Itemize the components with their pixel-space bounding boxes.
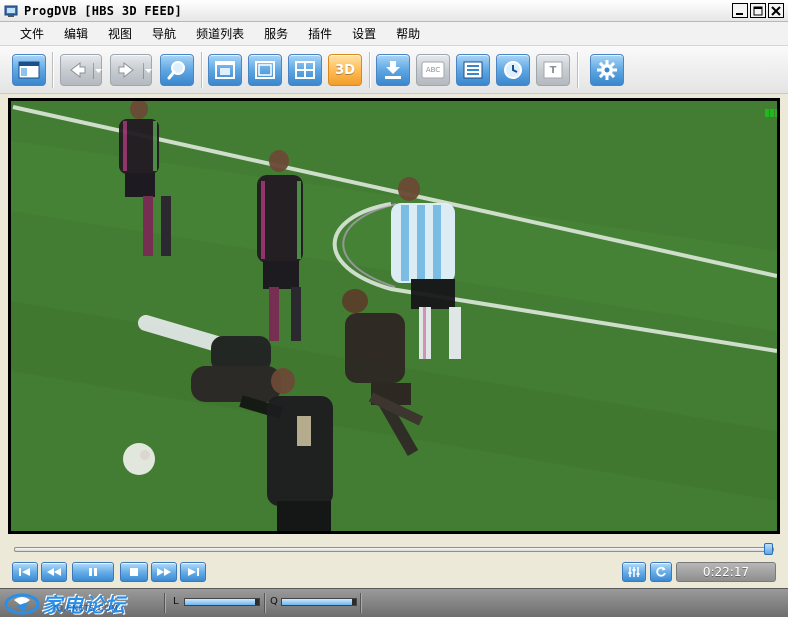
minimize-button[interactable] <box>732 3 748 18</box>
chevron-down-icon[interactable] <box>143 63 152 79</box>
abc-label: ABC <box>425 66 441 74</box>
search-button[interactable] <box>160 54 194 86</box>
seek-bar[interactable] <box>0 538 788 560</box>
subtitles-button[interactable]: T <box>536 54 570 86</box>
video-display[interactable] <box>11 101 777 531</box>
list-icon <box>463 61 483 79</box>
window-mode-button[interactable] <box>208 54 242 86</box>
toolbar: 3D ABC T <box>0 46 788 94</box>
menu-file[interactable]: 文件 <box>10 22 54 46</box>
app-icon[interactable] <box>4 4 18 18</box>
signal-quality-fill <box>282 599 353 605</box>
clock-icon <box>504 61 522 79</box>
gear-icon <box>597 60 617 80</box>
3d-mode-button[interactable]: 3D <box>328 54 362 86</box>
audio-settings-button[interactable] <box>622 562 646 582</box>
toolbar-separator <box>201 52 202 88</box>
t-label: T <box>549 64 557 76</box>
signal-level-fill <box>185 599 256 605</box>
seek-track[interactable] <box>14 547 774 552</box>
fullscreen-icon <box>255 61 275 79</box>
playback-controls: 0:22:17 <box>0 560 788 588</box>
download-icon <box>385 61 401 79</box>
football-scene-image <box>11 101 777 531</box>
signal-quality-label: Q <box>270 596 278 607</box>
menu-plugins[interactable]: 插件 <box>298 22 342 46</box>
status-separator <box>164 593 165 613</box>
menu-services[interactable]: 服务 <box>254 22 298 46</box>
next-channel-button[interactable] <box>110 54 152 86</box>
stop-button[interactable] <box>120 562 148 582</box>
forum-logo: 家电论坛 JD.ENETS.COM <box>4 589 126 617</box>
fast-forward-icon <box>157 568 171 576</box>
chevron-down-icon[interactable] <box>93 63 102 79</box>
skip-to-end-button[interactable] <box>180 562 206 582</box>
epg-button[interactable] <box>456 54 490 86</box>
full-screen-button[interactable] <box>248 54 282 86</box>
maximize-button[interactable] <box>750 3 766 18</box>
logo-icon <box>4 593 40 614</box>
right-arrow-icon <box>118 61 134 79</box>
stop-icon <box>130 568 138 576</box>
scheduler-button[interactable] <box>496 54 530 86</box>
menu-edit[interactable]: 编辑 <box>54 22 98 46</box>
skip-forward-icon <box>188 568 199 576</box>
pause-button[interactable] <box>72 562 114 582</box>
teletext-button[interactable]: ABC <box>416 54 450 86</box>
title-bar: ProgDVB [HBS 3D FEED] <box>0 0 788 22</box>
window-icon <box>215 61 235 79</box>
refresh-button[interactable] <box>650 562 672 582</box>
grid-icon <box>295 61 315 79</box>
previous-channel-button[interactable] <box>60 54 102 86</box>
rewind-icon <box>47 568 61 576</box>
left-arrow-icon <box>70 61 86 79</box>
record-button[interactable] <box>376 54 410 86</box>
menu-help[interactable]: 帮助 <box>386 22 430 46</box>
toolbar-separator <box>52 52 53 88</box>
refresh-icon <box>656 566 666 577</box>
toolbar-separator <box>577 52 578 88</box>
minimize-icon <box>736 12 743 15</box>
magnifier-icon <box>167 61 185 80</box>
watermark-subtext: JD.ENETS.COM <box>54 604 119 613</box>
signal-quality-bar <box>281 598 357 606</box>
menu-bar: 文件 编辑 视图 导航 频道列表 服务 插件 设置 帮助 <box>0 22 788 46</box>
menu-settings[interactable]: 设置 <box>342 22 386 46</box>
video-frame <box>8 98 780 534</box>
3d-icon: 3D <box>335 62 355 78</box>
signal-level-bar <box>184 598 260 606</box>
mosaic-button[interactable] <box>288 54 322 86</box>
window-controls <box>732 3 784 18</box>
menu-navigate[interactable]: 导航 <box>142 22 186 46</box>
skip-to-start-button[interactable] <box>12 562 38 582</box>
fast-forward-button[interactable] <box>151 562 177 582</box>
toolbar-separator <box>369 52 370 88</box>
maximize-icon <box>753 6 763 15</box>
signal-level-label: L <box>173 596 179 607</box>
time-display: 0:22:17 <box>676 562 776 582</box>
equalizer-icon <box>628 567 640 577</box>
status-separator <box>264 593 265 613</box>
menu-view[interactable]: 视图 <box>98 22 142 46</box>
window-title: ProgDVB [HBS 3D FEED] <box>24 3 183 18</box>
seek-thumb[interactable] <box>764 543 773 555</box>
status-bar: 家电论坛 JD.ENETS.COM L Q <box>0 588 788 617</box>
skip-back-icon <box>19 568 30 576</box>
close-icon <box>771 5 781 16</box>
settings-button[interactable] <box>590 54 624 86</box>
panel-icon <box>18 61 40 79</box>
status-separator <box>360 593 361 613</box>
menu-channel-list[interactable]: 频道列表 <box>186 22 254 46</box>
rewind-button[interactable] <box>41 562 67 582</box>
pause-icon <box>89 568 97 576</box>
close-button[interactable] <box>768 3 784 18</box>
channel-list-panel-button[interactable] <box>12 54 46 86</box>
